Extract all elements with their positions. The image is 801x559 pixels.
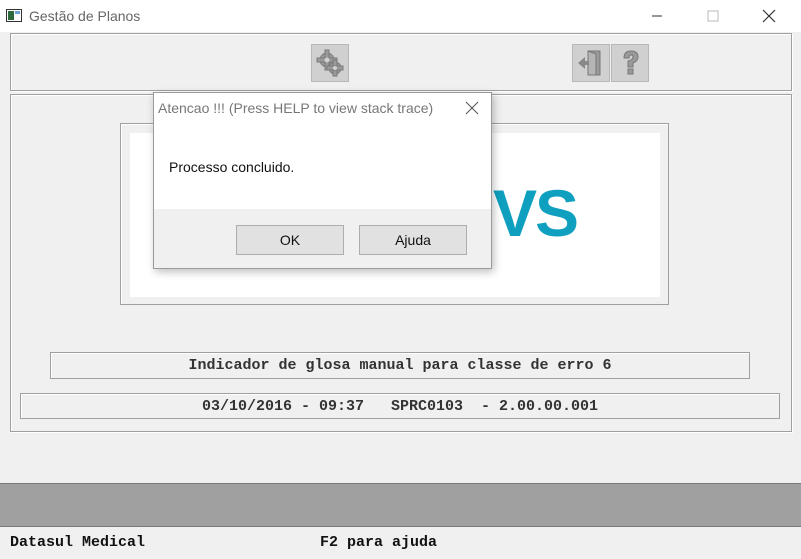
dialog-title: Atencao !!! (Press HELP to view stack tr… — [158, 100, 434, 116]
status-help-hint: F2 para ajuda — [320, 534, 438, 551]
app-window-icon — [6, 9, 22, 22]
exit-tool-button[interactable] — [572, 44, 610, 82]
help-button[interactable]: Ajuda — [359, 225, 467, 255]
toolbar-panel — [10, 33, 792, 91]
dialog-close-button[interactable] — [459, 96, 485, 120]
close-icon — [465, 101, 479, 115]
program-version-info: 03/10/2016 - 09:37 SPRC0103 - 2.00.00.00… — [20, 393, 780, 419]
company-logo: VS — [493, 176, 579, 250]
help-question-icon — [623, 50, 639, 75]
dialog-message: Processo concluido. — [169, 159, 295, 175]
maximize-icon — [707, 10, 719, 22]
message-bar — [0, 483, 801, 527]
minimize-icon — [652, 15, 662, 17]
ok-button[interactable]: OK — [236, 225, 344, 255]
close-button[interactable] — [746, 0, 792, 32]
status-product-name: Datasul Medical — [10, 534, 146, 551]
program-description: Indicador de glosa manual para classe de… — [50, 352, 750, 379]
maximize-button[interactable] — [690, 0, 736, 32]
close-icon — [762, 9, 776, 23]
help-tool-button[interactable] — [611, 44, 649, 82]
minimize-button[interactable] — [634, 0, 680, 32]
window-title: Gestão de Planos — [29, 8, 141, 24]
exit-door-icon — [578, 50, 601, 76]
gear-icon — [316, 49, 344, 77]
settings-tool-button[interactable] — [311, 44, 349, 82]
